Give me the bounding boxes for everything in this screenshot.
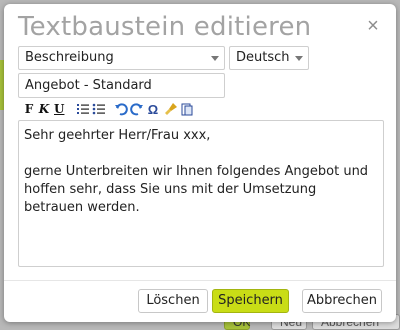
- rich-text-editor[interactable]: Sehr geehrter Herr/Frau xxx, gerne Unter…: [18, 120, 384, 267]
- clean-format-icon[interactable]: [164, 102, 178, 117]
- editor-line: Sehr geehrter Herr/Frau xxx,: [24, 128, 211, 143]
- underline-icon[interactable]: U: [54, 102, 64, 117]
- field-select[interactable]: Beschreibung: [18, 46, 225, 70]
- delete-button[interactable]: Löschen: [138, 289, 208, 313]
- cancel-button[interactable]: Abbrechen: [302, 289, 382, 313]
- italic-icon[interactable]: K: [38, 102, 50, 117]
- field-select-value: Beschreibung: [25, 50, 114, 65]
- language-select-value: Deutsch: [236, 50, 290, 65]
- bold-icon[interactable]: F: [24, 102, 34, 117]
- close-icon[interactable]: ×: [364, 16, 382, 36]
- paste-icon[interactable]: [180, 102, 194, 117]
- editor-paragraph: gerne Unterbreiten wir Ihnen folgendes A…: [24, 164, 369, 215]
- save-button[interactable]: Speichern: [212, 289, 289, 313]
- chevron-down-icon: [295, 56, 303, 61]
- editor-toolbar: F K U Ω: [20, 100, 220, 120]
- ordered-list-icon[interactable]: [76, 102, 90, 117]
- redo-icon[interactable]: [130, 102, 144, 117]
- footer-divider: [4, 280, 396, 281]
- chevron-down-icon: [211, 56, 219, 61]
- language-select[interactable]: Deutsch: [229, 46, 309, 70]
- undo-icon[interactable]: [114, 102, 128, 117]
- edit-textblock-dialog: Textbaustein editieren × Beschreibung De…: [4, 4, 396, 322]
- dialog-title: Textbaustein editieren: [18, 12, 312, 42]
- special-char-icon[interactable]: Ω: [146, 102, 160, 117]
- textblock-name-input[interactable]: [18, 73, 225, 98]
- bullet-list-icon[interactable]: [92, 102, 106, 117]
